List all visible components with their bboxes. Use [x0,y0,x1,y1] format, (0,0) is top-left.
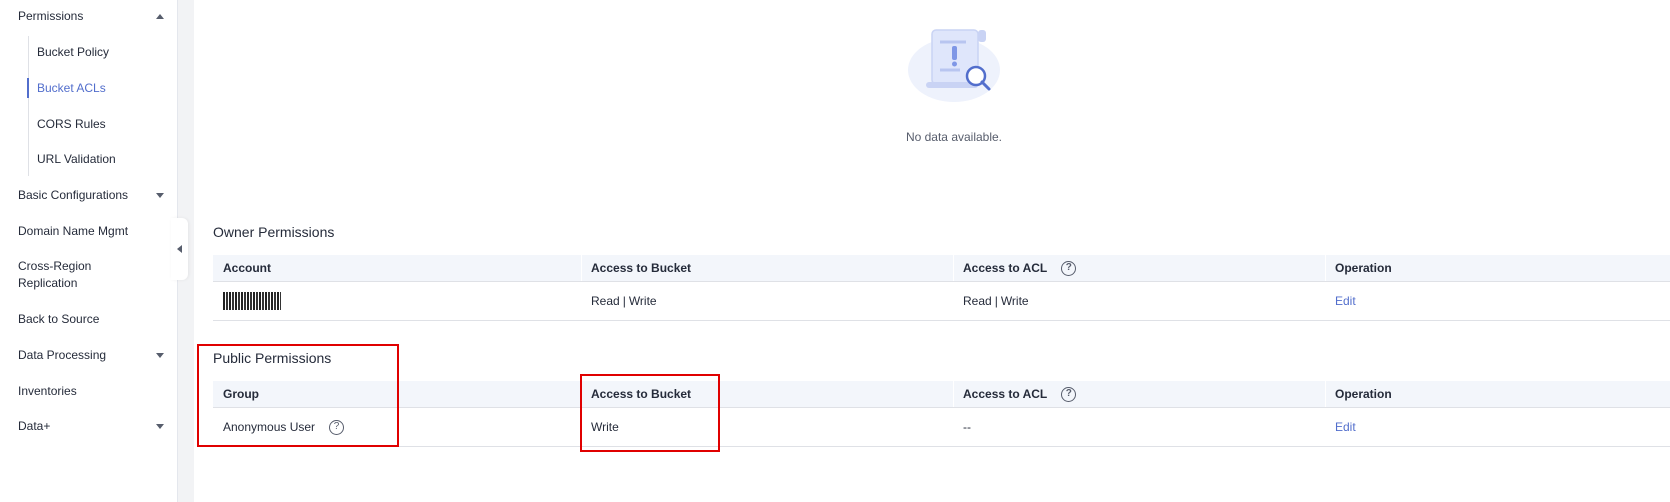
help-icon[interactable]: ? [1061,260,1077,276]
bucket-read-value: Read [591,294,620,308]
menu-data-plus-label: Data+ [18,419,51,433]
help-icon[interactable]: ? [329,419,345,435]
header-access-to-bucket: Access to Bucket [581,381,953,407]
table-header: Group Access to Bucket Access to ACL ? O… [213,381,1670,408]
main-content: No data available. Owner Permissions Acc… [194,0,1670,502]
menu-cross-region-label-line2: Replication [18,276,78,290]
sidebar-item-cors-rules[interactable]: CORS Rules [37,117,106,131]
table-row: Read | Write Read | Write Edit [213,282,1670,321]
cell-account [213,282,581,320]
header-operation: Operation [1325,381,1670,407]
menu-basic-configurations-label: Basic Configurations [18,188,129,202]
active-indicator [27,78,29,98]
empty-state [894,22,1014,115]
masked-account-image [223,292,281,310]
submenu-guide-line [28,36,29,176]
header-access-to-bucket: Access to Bucket [581,255,953,281]
bucket-write-value: Write [628,294,657,308]
table-header: Account Access to Bucket Access to ACL ?… [213,255,1670,282]
public-permissions-title: Public Permissions [213,350,332,366]
public-permissions-table: Group Access to Bucket Access to ACL ? O… [213,381,1670,447]
menu-inventories[interactable]: Inventories [18,383,168,400]
sidebar-item-url-validation[interactable]: URL Validation [37,152,116,166]
group-anonymous-user: Anonymous User [223,420,316,434]
cell-access-to-bucket: Read | Write [581,282,953,320]
menu-data-processing-label: Data Processing [18,348,107,362]
acl-read-value: Read [963,294,992,308]
owner-permissions-title: Owner Permissions [213,224,335,240]
chevron-down-icon [156,424,164,429]
help-icon[interactable]: ? [1061,386,1077,402]
owner-permissions-table: Account Access to Bucket Access to ACL ?… [213,255,1670,321]
menu-permissions[interactable]: Permissions [18,8,168,25]
chevron-up-icon [156,14,164,19]
empty-state-text: No data available. [905,130,1003,144]
sidebar-collapse-button[interactable] [171,218,188,280]
header-account: Account [223,261,271,275]
header-group: Group [223,387,259,401]
chevron-left-icon [177,245,182,253]
chevron-down-icon [156,193,164,198]
menu-permissions-label: Permissions [18,9,84,23]
cell-operation: Edit [1325,408,1670,446]
header-access-to-acl: Access to ACL ? [953,255,1325,281]
separator: | [622,294,626,308]
menu-domain-name-mgmt-label: Domain Name Mgmt [18,224,129,238]
header-access-to-acl-label: Access to ACL [963,261,1048,275]
menu-data-processing[interactable]: Data Processing [18,347,168,364]
menu-cross-region-replication[interactable]: Cross-Region Replication [18,258,168,292]
cell-operation: Edit [1325,282,1670,320]
no-data-illustration-icon [908,29,1000,102]
menu-domain-name-mgmt[interactable]: Domain Name Mgmt [18,223,168,240]
separator: | [994,294,998,308]
menu-back-to-source-label: Back to Source [18,312,100,326]
header-access-to-acl-label: Access to ACL [963,387,1048,401]
menu-data-plus[interactable]: Data+ [18,418,168,435]
menu-inventories-label: Inventories [18,384,77,398]
menu-basic-configurations[interactable]: Basic Configurations [18,187,168,204]
header-operation: Operation [1325,255,1670,281]
menu-cross-region-label-line1: Cross-Region [18,259,92,273]
sidebar: Permissions Bucket Policy Bucket ACLs CO… [0,0,178,502]
header-access-to-acl: Access to ACL ? [953,381,1325,407]
chevron-down-icon [156,353,164,358]
cell-group: Anonymous User ? [213,408,581,446]
cell-access-to-acl: Read | Write [953,282,1325,320]
owner-edit-link[interactable]: Edit [1335,294,1356,308]
sidebar-item-bucket-policy[interactable]: Bucket Policy [37,45,109,59]
cell-access-to-acl: -- [963,420,971,434]
sidebar-item-bucket-acls[interactable]: Bucket ACLs [37,81,106,95]
acl-write-value: Write [1000,294,1029,308]
public-edit-link[interactable]: Edit [1335,420,1356,434]
menu-back-to-source[interactable]: Back to Source [18,311,168,328]
table-row: Anonymous User ? Write -- Edit [213,408,1670,447]
cell-access-to-bucket: Write [591,420,619,434]
